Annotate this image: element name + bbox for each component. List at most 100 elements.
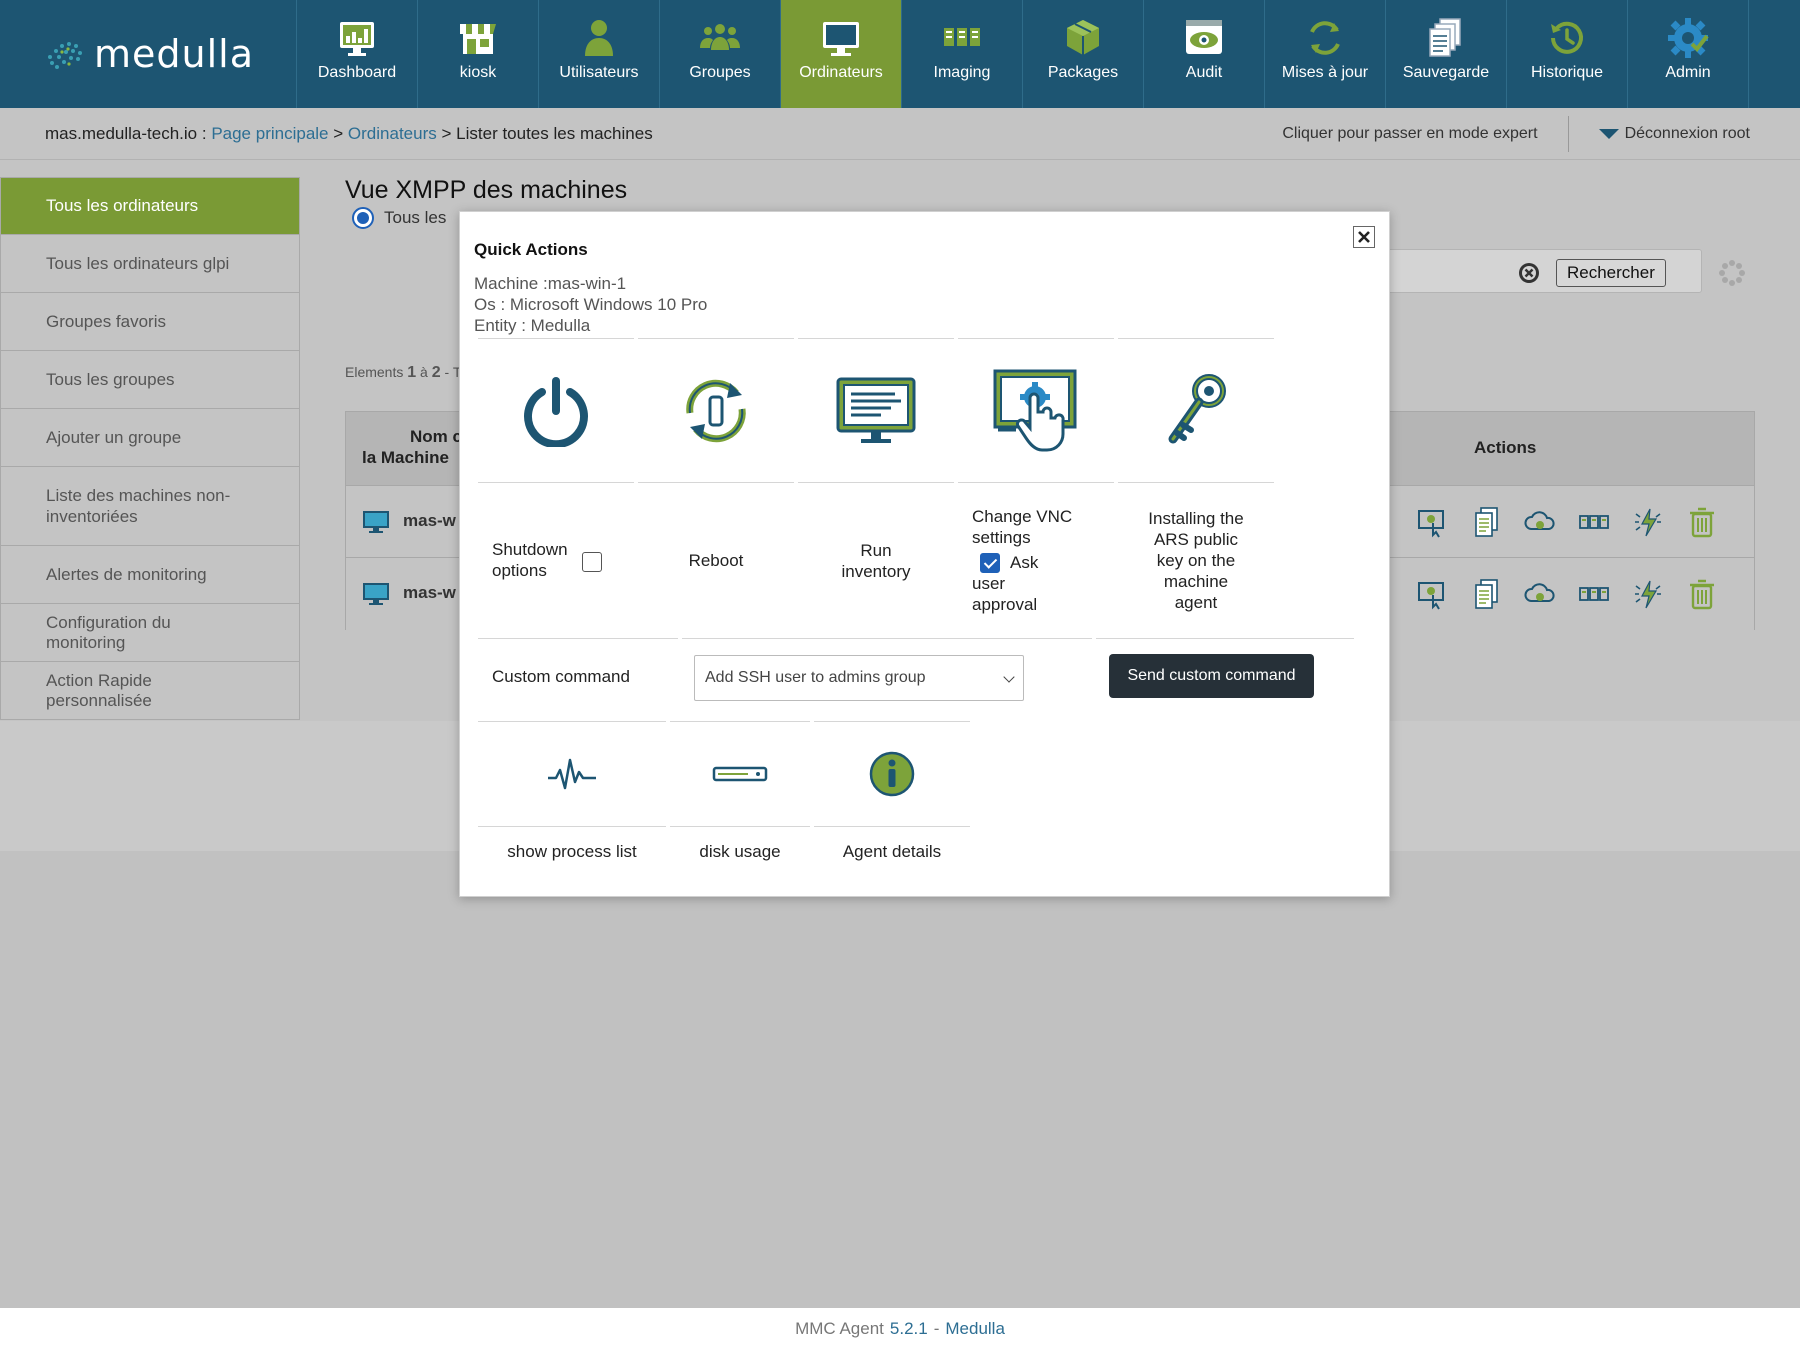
breadcrumb: mas.medulla-tech.io : Page principale > … — [45, 124, 653, 144]
ask-approval-checkbox[interactable] — [980, 553, 1000, 574]
nav-admin[interactable]: Admin — [1628, 0, 1749, 108]
divider — [682, 638, 1092, 639]
nav-label: Ordinateurs — [799, 64, 883, 81]
nav-mises-a-jour[interactable]: Mises à jour — [1265, 0, 1386, 108]
imaging-icon — [944, 28, 980, 46]
footer-brand-link[interactable]: Medulla — [945, 1319, 1005, 1339]
logout-link[interactable]: Déconnexion root — [1569, 125, 1800, 143]
sidebar-item-uninventoried[interactable]: Liste des machines non-inventoriées — [0, 467, 300, 546]
shutdown-options-label: Shutdown options — [492, 539, 610, 582]
imaging-icon[interactable] — [1578, 577, 1610, 611]
vnc-settings-icon[interactable] — [1416, 505, 1448, 539]
loading-spinner-icon — [1719, 260, 1745, 286]
sidebar-item-label: Tous les ordinateurs — [46, 196, 199, 215]
imaging-icon[interactable] — [1578, 505, 1610, 539]
shutdown-options-text: Shutdown options — [492, 540, 568, 581]
vnc-settings-action[interactable] — [958, 338, 1114, 482]
elements-prefix: Elements — [345, 364, 404, 380]
sidebar-item-label: Tous les groupes — [46, 369, 175, 389]
machine-name[interactable]: mas-w — [403, 511, 456, 531]
inventory-action[interactable] — [798, 338, 954, 482]
send-custom-command-button[interactable]: Send custom command — [1109, 654, 1314, 698]
radio-all-label: Tous les — [384, 208, 447, 227]
nav-historique[interactable]: Historique — [1507, 0, 1628, 108]
nav-sauvegarde[interactable]: Sauvegarde — [1386, 0, 1507, 108]
shutdown-options-checkbox[interactable] — [582, 551, 602, 572]
files-icon[interactable] — [1470, 505, 1502, 539]
breadcrumb-bar: mas.medulla-tech.io : Page principale > … — [0, 108, 1800, 160]
nav-audit[interactable]: Audit — [1144, 0, 1265, 108]
trash-icon[interactable] — [1686, 577, 1718, 611]
sidebar-item-monitoring-alerts[interactable]: Alertes de monitoring — [0, 546, 300, 604]
cloud-gear-icon[interactable] — [1524, 505, 1556, 539]
update-icon — [1310, 21, 1340, 55]
sidebar-item-all-groups[interactable]: Tous les groupes — [0, 351, 300, 409]
column-header-name[interactable]: Nom c la Machine — [362, 426, 462, 468]
sidebar-item-custom-quick-action[interactable]: Action Rapide personnalisée — [0, 662, 300, 720]
page-background — [0, 851, 1800, 1308]
logo-text: medulla — [93, 32, 254, 76]
nav-dashboard[interactable]: Dashboard — [297, 0, 418, 108]
breadcrumb-section-link[interactable]: Ordinateurs — [348, 124, 437, 143]
search-button[interactable]: Rechercher — [1556, 259, 1666, 287]
sidebar-item-monitoring-config[interactable]: Configuration du monitoring — [0, 604, 300, 662]
trash-icon[interactable] — [1686, 505, 1718, 539]
medulla-logo-icon — [47, 42, 82, 69]
machine-entity-info: Entity : Medulla — [474, 316, 591, 335]
custom-command-select[interactable]: Add SSH user to admins group — [694, 655, 1024, 701]
divider — [1096, 638, 1354, 639]
cloud-gear-icon[interactable] — [1524, 577, 1556, 611]
files-icon[interactable] — [1470, 577, 1502, 611]
radio-all[interactable] — [352, 207, 374, 229]
nav-label: Dashboard — [317, 64, 397, 81]
computer-icon — [363, 511, 389, 533]
clear-search-icon[interactable] — [1518, 262, 1540, 284]
elements-from: 1 — [407, 364, 417, 381]
info-icon — [869, 751, 915, 797]
breadcrumb-current: Lister toutes les machines — [456, 123, 653, 143]
sidebar: Tous les ordinateurs Tous les ordinateur… — [0, 177, 300, 720]
nav-groupes[interactable]: Groupes — [660, 0, 781, 108]
disk-usage-action[interactable] — [670, 721, 810, 826]
sidebar-item-all-computers[interactable]: Tous les ordinateurs — [0, 177, 300, 235]
power-icon — [524, 376, 588, 447]
shutdown-action[interactable] — [478, 338, 634, 482]
sidebar-item-add-group[interactable]: Ajouter un groupe — [0, 409, 300, 467]
process-list-label: show process list — [507, 841, 637, 861]
vnc-settings-icon[interactable] — [1416, 577, 1448, 611]
elements-count: Elements 1 à 2 - T — [345, 364, 461, 382]
sidebar-item-favorite-groups[interactable]: Groupes favoris — [0, 293, 300, 351]
monitor-icon — [823, 22, 859, 56]
quick-action-icon[interactable] — [1632, 505, 1664, 539]
vnc-settings-label: Change VNC settings — [972, 506, 1073, 547]
nav-utilisateurs[interactable]: Utilisateurs — [539, 0, 660, 108]
nav-ordinateurs[interactable]: Ordinateurs — [781, 0, 902, 108]
row-actions — [1416, 505, 1718, 539]
machine-name[interactable]: mas-w — [403, 583, 456, 603]
ask-approval-row: Ask — [972, 552, 1092, 574]
column-header-name-line2: la Machine — [362, 448, 449, 467]
breadcrumb-separator: > — [333, 123, 344, 143]
column-header-name-line1: Nom c — [410, 427, 462, 446]
nav-imaging[interactable]: Imaging — [902, 0, 1023, 108]
ars-key-action[interactable] — [1118, 338, 1274, 482]
process-list-action[interactable] — [478, 721, 666, 826]
user-controls: Cliquer pour passer en mode expert Décon… — [1282, 108, 1800, 160]
footer-version: 5.2.1 — [889, 1319, 928, 1338]
agent-details-action[interactable] — [814, 721, 970, 826]
breadcrumb-separator: > — [441, 123, 452, 143]
nav-kiosk[interactable]: kiosk — [418, 0, 539, 108]
medulla-logo[interactable]: medulla — [0, 0, 297, 108]
view-radio-group[interactable]: Tous les — [352, 207, 446, 229]
breadcrumb-home-link[interactable]: Page principale — [211, 124, 328, 143]
nav-label: Groupes — [689, 64, 751, 81]
reboot-action[interactable] — [638, 338, 794, 482]
reboot-label: Reboot — [688, 551, 744, 570]
quick-action-icon[interactable] — [1632, 577, 1664, 611]
reboot-icon — [686, 379, 746, 442]
nav-packages[interactable]: Packages — [1023, 0, 1144, 108]
close-button[interactable] — [1353, 226, 1375, 248]
elements-to: 2 — [431, 364, 441, 381]
expert-mode-link[interactable]: Cliquer pour passer en mode expert — [1282, 115, 1569, 152]
sidebar-item-glpi-computers[interactable]: Tous les ordinateurs glpi — [0, 235, 300, 293]
